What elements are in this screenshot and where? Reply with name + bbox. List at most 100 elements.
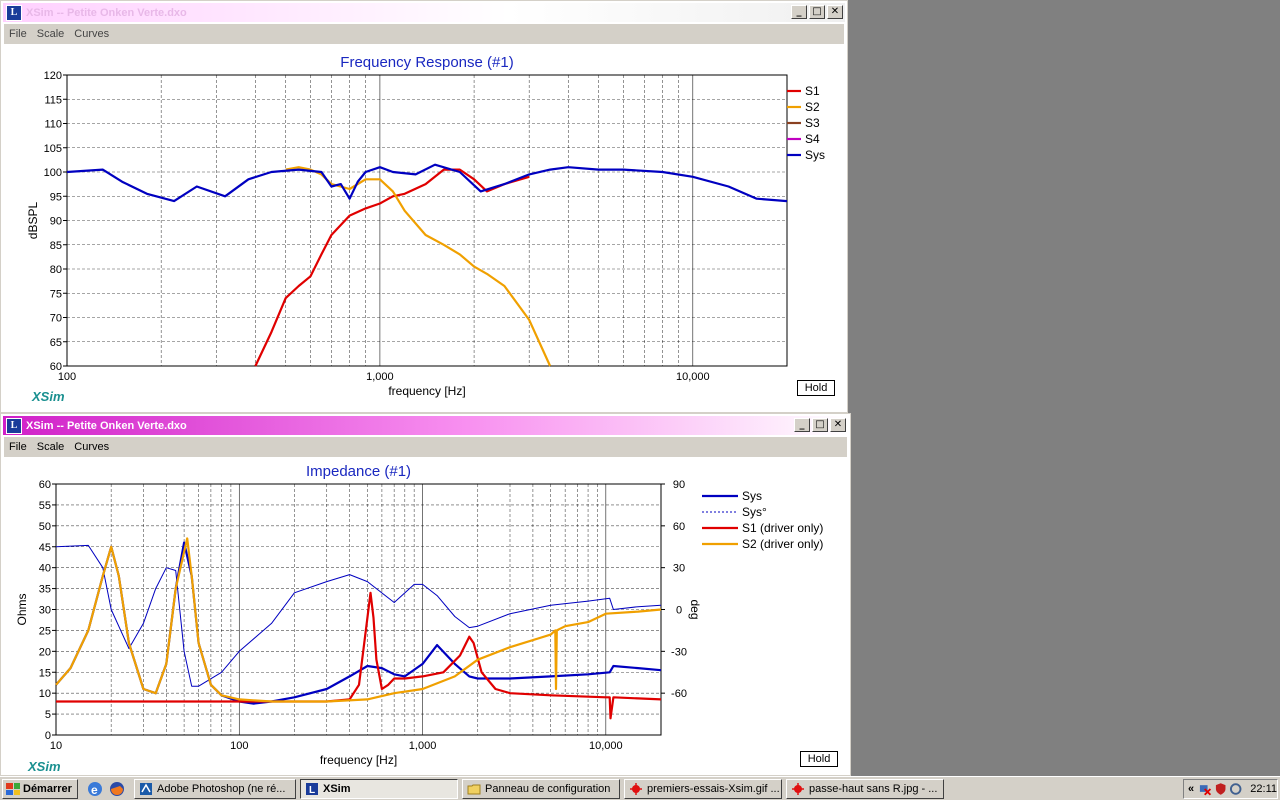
hold-button[interactable]: Hold	[800, 751, 838, 767]
x-tick-label: 100	[58, 371, 76, 383]
xsim-app-icon[interactable]: L	[6, 417, 22, 434]
security-shield-icon[interactable]	[1214, 782, 1227, 796]
taskbar-button-label: passe-haut sans R.jpg - ...	[809, 783, 938, 795]
menu-file[interactable]: File	[4, 28, 32, 40]
chart-title: Frequency Response (#1)	[340, 54, 513, 71]
ie-quicklaunch-icon[interactable]: e	[86, 780, 104, 798]
photoshop-icon	[140, 783, 152, 795]
menu-curves[interactable]: Curves	[69, 441, 114, 453]
menu-file[interactable]: File	[4, 441, 32, 453]
taskbar-button-jpg[interactable]: passe-haut sans R.jpg - ...	[786, 779, 944, 799]
start-button[interactable]: Démarrer	[2, 779, 78, 799]
x-tick-label: 1,000	[409, 740, 437, 752]
y-axis-label: Ohms	[15, 593, 29, 625]
folder-icon	[467, 784, 481, 795]
y-tick-label: 120	[44, 70, 62, 82]
taskbar-button-photoshop[interactable]: Adobe Photoshop (ne ré...	[134, 779, 296, 799]
y-tick-label: 110	[44, 119, 62, 131]
y-tick-label: 50	[39, 521, 51, 533]
legend-label: Sys	[742, 489, 762, 503]
x-tick-label: 1,000	[366, 371, 394, 383]
svg-text:e: e	[91, 783, 98, 797]
title-bar[interactable]: L XSim -- Petite Onken Verte.dxo _ □ ✕	[3, 416, 848, 435]
title-bar[interactable]: L XSim -- Petite Onken Verte.dxo _ □ ✕	[3, 3, 845, 22]
start-label: Démarrer	[23, 783, 72, 795]
menu-bar: File Scale Curves	[4, 437, 847, 457]
update-icon[interactable]	[1229, 782, 1242, 796]
legend-label: S2 (driver only)	[742, 537, 823, 551]
y-tick-label: 100	[44, 167, 62, 179]
legend-label: Sys	[805, 148, 825, 162]
legend-label: S3	[805, 116, 820, 130]
menu-scale[interactable]: Scale	[32, 441, 70, 453]
y-tick-label: 30	[39, 605, 51, 617]
y-tick-label: 55	[39, 500, 51, 512]
legend-label: S1	[805, 84, 820, 98]
maximize-button[interactable]: □	[809, 5, 825, 19]
y2-tick-label: -30	[671, 646, 687, 658]
hold-button[interactable]: Hold	[797, 380, 835, 396]
y-tick-label: 80	[50, 264, 62, 276]
y2-tick-label: 60	[673, 521, 685, 533]
y-axis-label: dBSPL	[26, 201, 40, 239]
x-axis-label: frequency [Hz]	[388, 384, 465, 398]
taskbar-button-xsim[interactable]: L XSim	[300, 779, 458, 799]
y-tick-label: 45	[39, 542, 51, 554]
series-line-0	[254, 168, 530, 367]
minimize-button[interactable]: _	[791, 5, 807, 19]
xsim-icon: L	[306, 783, 318, 796]
legend-label: Sys°	[742, 505, 767, 519]
y-tick-label: 15	[39, 667, 51, 679]
tray-expand-button[interactable]: «	[1188, 783, 1194, 795]
window-title: XSim -- Petite Onken Verte.dxo	[26, 419, 187, 432]
maximize-button[interactable]: □	[812, 418, 828, 432]
y-tick-label: 35	[39, 584, 51, 596]
legend-label: S1 (driver only)	[742, 521, 823, 535]
x-tick-label: 10	[50, 740, 62, 752]
y-tick-label: 60	[39, 479, 51, 491]
y-tick-label: 65	[50, 337, 62, 349]
y2-tick-label: 90	[673, 479, 685, 491]
xsim-app-icon[interactable]: L	[6, 4, 22, 21]
y-tick-label: 25	[39, 625, 51, 637]
y2-tick-label: 0	[676, 605, 682, 617]
menu-scale[interactable]: Scale	[32, 28, 70, 40]
impedance-chart: 0 5 10 15 20 25 30 35 40 45 50 55 60 10 100 1,000 10,000…	[15, 463, 823, 767]
svg-text:L: L	[309, 785, 315, 796]
xsim-logo: XSim	[32, 389, 65, 404]
chart-title: Impedance (#1)	[306, 463, 411, 480]
close-button[interactable]: ✕	[827, 5, 843, 19]
minimize-button[interactable]: _	[794, 418, 810, 432]
y-tick-label: 10	[39, 688, 51, 700]
y-tick-label: 85	[50, 240, 62, 252]
system-tray: « 22:11	[1183, 779, 1278, 799]
series-line-1	[285, 166, 552, 367]
xsim-window-frequency: L XSim -- Petite Onken Verte.dxo _ □ ✕ F…	[0, 0, 848, 413]
y2-axis-label: deg	[688, 599, 702, 619]
y-tick-label: 75	[50, 288, 62, 300]
y-tick-label: 5	[45, 709, 51, 721]
legend-label: S4	[805, 132, 820, 146]
xsim-logo: XSim	[28, 759, 61, 774]
x-tick-label: 10,000	[676, 371, 710, 383]
y-tick-label: 40	[39, 563, 51, 575]
x-tick-label: 100	[230, 740, 248, 752]
firefox-quicklaunch-icon[interactable]	[108, 780, 126, 798]
taskbar-button-gif[interactable]: premiers-essais-Xsim.gif ...	[624, 779, 782, 799]
menu-curves[interactable]: Curves	[69, 28, 114, 40]
taskbar: Démarrer e Adobe Photoshop (ne ré... L X…	[0, 776, 1280, 800]
legend-label: S2	[805, 100, 820, 114]
series-line-0	[55, 541, 662, 705]
xsim-window-impedance: L XSim -- Petite Onken Verte.dxo _ □ ✕ F…	[0, 413, 851, 776]
taskbar-button-label: premiers-essais-Xsim.gif ...	[647, 783, 780, 795]
impedance-plot-area: 0 5 10 15 20 25 30 35 40 45 50 55 60 10 100 1,000 10,000…	[4, 457, 847, 774]
close-button[interactable]: ✕	[830, 418, 846, 432]
taskbar-button-control-panel[interactable]: Panneau de configuration	[462, 779, 620, 799]
frequency-response-chart: 6065707580859095100105110115120100 1,000 1…	[26, 54, 825, 398]
taskbar-button-label: Panneau de configuration	[485, 783, 611, 795]
y-tick-label: 70	[50, 313, 62, 325]
network-disconnected-icon[interactable]	[1198, 782, 1212, 796]
series-line-3	[55, 537, 662, 703]
image-icon	[792, 783, 804, 795]
series-line-1	[55, 544, 662, 687]
